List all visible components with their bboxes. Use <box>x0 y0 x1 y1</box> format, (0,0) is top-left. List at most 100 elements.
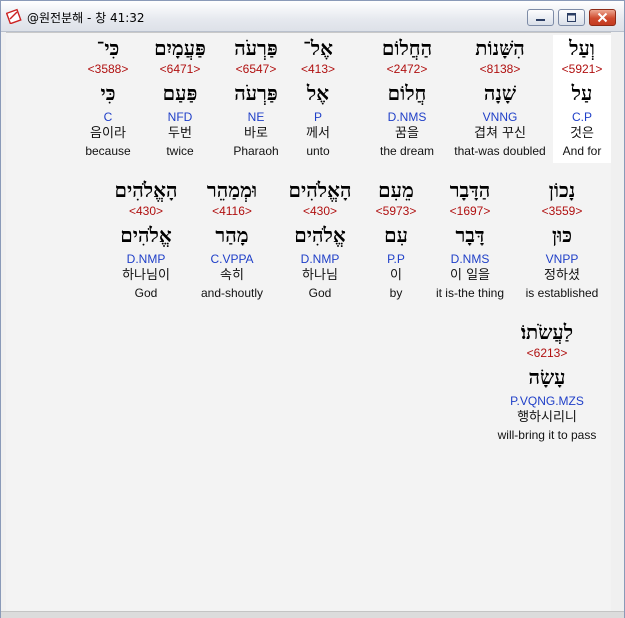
word-block[interactable]: מֵעִם <5973> עִם P.P 이 by <box>366 177 426 305</box>
word-heb: לַעֲשֹׂתוֹ׃ <box>520 320 574 344</box>
word-strong: <3588> <box>87 62 129 76</box>
word-heb: פַּרְעֹה <box>234 36 278 60</box>
word-lemma: כִּי <box>100 81 116 105</box>
word-kor: 것은 <box>570 126 594 141</box>
word-morph: VNNG <box>482 110 518 124</box>
word-block[interactable]: פַּרְעֹה <6547> פַּרְעֹה NE 바로 Pharaoh <box>221 35 291 163</box>
word-eng: Pharaoh <box>233 144 279 158</box>
title-bar[interactable]: @원전분해 - 창 41:32 <box>1 1 624 32</box>
word-kor: 정하셨 <box>544 268 580 283</box>
word-lemma: אֶל <box>306 81 330 105</box>
word-heb: הָאֱלֹהִים <box>114 178 178 202</box>
word-kor: 꿈을 <box>395 126 419 141</box>
word-strong: <4116> <box>212 204 252 218</box>
word-kor: 속히 <box>220 268 244 283</box>
word-heb: הַדָּבָר <box>449 178 491 202</box>
word-eng: God <box>134 286 158 300</box>
word-eng: is established <box>525 286 599 300</box>
word-block[interactable]: וְעַל <5921> עַל C.P 것은 And for <box>553 35 611 163</box>
app-window: @원전분해 - 창 41:32 וְעַל <5921> עַל C.P 것은 And f… <box>0 0 625 618</box>
word-block[interactable]: לַעֲשֹׂתוֹ׃ <6213> עָשָׂה P.VQNG.MZS 행하시리니 wi… <box>487 319 607 447</box>
word-strong: <430> <box>302 204 338 218</box>
word-eng: it is-the thing <box>435 286 505 300</box>
word-lemma: דָּבָר <box>455 223 485 247</box>
word-kor: 겹쳐 꾸신 <box>474 126 526 141</box>
word-strong: <1697> <box>449 204 491 218</box>
word-heb: נָכוֹן <box>548 178 576 202</box>
word-lemma: עִם <box>384 223 408 247</box>
word-kor: 바로 <box>244 126 268 141</box>
word-morph: D.NMP <box>300 252 340 266</box>
window-frame-bottom <box>1 611 624 618</box>
word-kor: 께서 <box>306 126 330 141</box>
word-block[interactable]: הַחֲלוֹם <2472> חֲלוֹם D.NMS 꿈을 the dream <box>367 35 447 163</box>
word-morph: D.NMS <box>387 110 427 124</box>
word-morph: VNPP <box>545 252 579 266</box>
window-title: @원전분해 - 창 41:32 <box>27 11 145 25</box>
word-block[interactable]: כִּי־ <3588> כִּי C 음이라 because <box>78 35 138 163</box>
window-frame-right <box>613 32 624 612</box>
word-heb: וְעַל <box>569 36 595 60</box>
close-button[interactable] <box>589 9 616 26</box>
app-icon <box>6 8 22 24</box>
word-block[interactable]: הָאֱלֹהִים <430> אֱלֹהִים D.NMP 하나님이 God <box>106 177 186 305</box>
word-block[interactable]: וּמְמַהֵר <4116> מָהַר C.VPPA 속히 and-shoutly <box>187 177 277 305</box>
word-heb: הָאֱלֹהִים <box>288 178 352 202</box>
word-morph: P.P <box>387 252 405 266</box>
word-block[interactable]: הַדָּבָר <1697> דָּבָר D.NMS 이 일을 it is-the t… <box>425 177 515 305</box>
word-block[interactable]: נָכוֹן <3559> כּוּן VNPP 정하셨 is established <box>517 177 607 305</box>
word-lemma: חֲלוֹם <box>387 81 427 105</box>
maximize-icon <box>567 13 576 22</box>
word-strong: <2472> <box>386 62 428 76</box>
word-lemma: שָׁנָה <box>483 81 517 105</box>
word-lemma: עָשָׂה <box>528 365 566 389</box>
word-block[interactable]: אֶל־ <413> אֶל P 께서 unto <box>293 35 343 163</box>
word-kor: 두번 <box>168 126 192 141</box>
word-strong: <6547> <box>235 62 277 76</box>
word-lemma: פַּעַם <box>162 81 198 105</box>
word-kor: 이 <box>390 268 402 283</box>
word-morph: P.VQNG.MZS <box>510 394 584 408</box>
word-strong: <5973> <box>375 204 417 218</box>
word-strong: <3559> <box>541 204 583 218</box>
word-lemma: עַל <box>571 81 593 105</box>
word-morph: C.P <box>571 110 592 124</box>
word-morph: C <box>103 110 113 124</box>
maximize-button[interactable] <box>558 9 585 26</box>
word-morph: C.VPPA <box>210 252 254 266</box>
word-strong: <8138> <box>479 62 521 76</box>
word-eng: that-was doubled <box>454 144 546 158</box>
word-eng: because <box>85 144 131 158</box>
word-morph: D.NMS <box>450 252 490 266</box>
word-kor: 음이라 <box>90 126 126 141</box>
word-eng: And for <box>562 144 602 158</box>
word-lemma: מָהַר <box>215 223 249 247</box>
minimize-icon <box>536 19 545 21</box>
word-morph: NE <box>247 110 265 124</box>
word-morph: D.NMP <box>126 252 166 266</box>
word-kor: 하나님 <box>302 268 338 283</box>
word-block[interactable]: הָאֱלֹהִים <430> אֱלֹהִים D.NMP 하나님 God <box>280 177 360 305</box>
word-heb: כִּי־ <box>96 36 120 60</box>
interlinear-panel[interactable]: וְעַל <5921> עַל C.P 것은 And for הִשָּׁנוֹת <813… <box>6 32 611 611</box>
word-heb: וּמְמַהֵר <box>206 178 258 202</box>
word-eng: by <box>389 286 403 300</box>
word-strong: <6471> <box>159 62 201 76</box>
word-block[interactable]: הִשָּׁנוֹת <8138> שָׁנָה VNNG 겹쳐 꾸신 that-was … <box>446 35 554 163</box>
word-heb: הַחֲלוֹם <box>381 36 433 60</box>
word-heb: אֶל־ <box>303 36 333 60</box>
word-lemma: אֱלֹהִים <box>294 223 346 247</box>
word-lemma: פַּרְעֹה <box>234 81 278 105</box>
word-block[interactable]: פַּעֲמָיִם <6471> פַּעַם NFD 두번 twice <box>145 35 215 163</box>
word-heb: פַּעֲמָיִם <box>154 36 206 60</box>
word-heb: הִשָּׁנוֹת <box>475 36 525 60</box>
minimize-button[interactable] <box>527 9 554 26</box>
word-kor: 행하시리니 <box>517 410 577 425</box>
word-strong: <430> <box>128 204 164 218</box>
word-strong: <413> <box>300 62 336 76</box>
word-eng: twice <box>166 144 194 158</box>
word-lemma: אֱלֹהִים <box>120 223 172 247</box>
word-morph: NFD <box>167 110 193 124</box>
close-icon <box>597 12 608 23</box>
word-kor: 이 일을 <box>449 268 490 283</box>
